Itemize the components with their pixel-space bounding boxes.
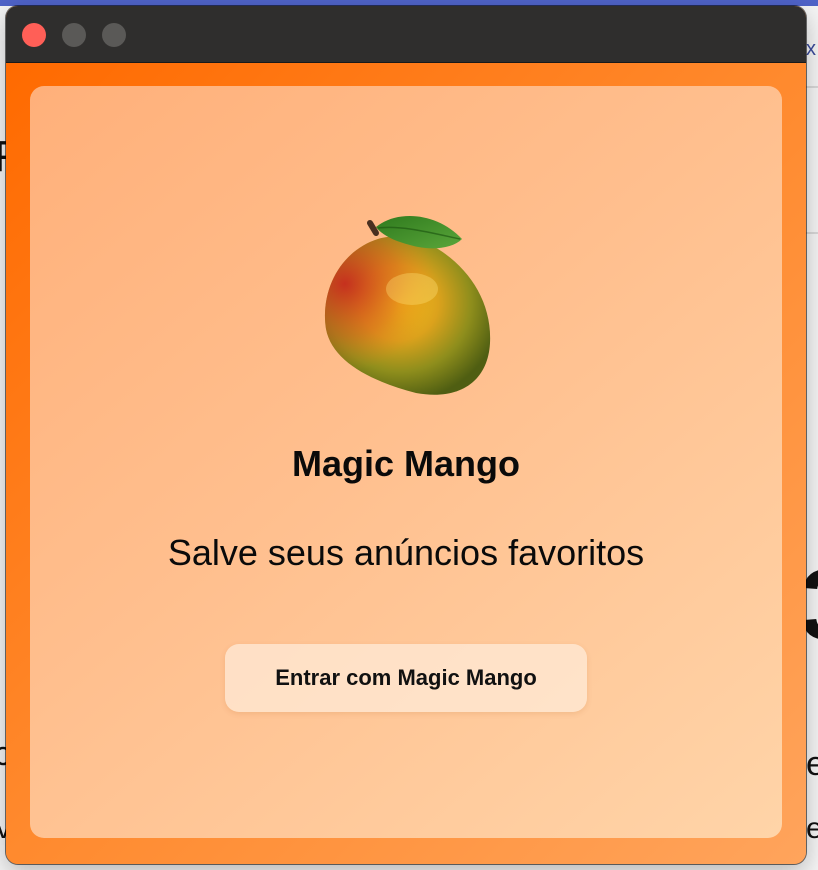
background-text-fragment: e [806,812,818,845]
app-title: Magic Mango [291,443,520,484]
close-window-button[interactable] [22,23,46,47]
mango-icon [324,215,491,395]
background-divider [806,86,818,88]
minimize-window-button[interactable] [62,23,86,47]
login-window: Magic Mango Salve seus anúncios favorito… [6,6,806,864]
login-card: Magic Mango Salve seus anúncios favorito… [30,86,782,838]
background-close-glyph[interactable]: x [806,38,816,61]
window-titlebar[interactable] [6,6,806,63]
signin-button[interactable]: Entrar com Magic Mango [225,644,587,712]
background-divider [806,232,818,234]
app-tagline: Salve seus anúncios favoritos [167,532,645,573]
background-text-fragment: es [806,745,818,783]
window-content: Magic Mango Salve seus anúncios favorito… [6,63,806,864]
maximize-window-button[interactable] [102,23,126,47]
